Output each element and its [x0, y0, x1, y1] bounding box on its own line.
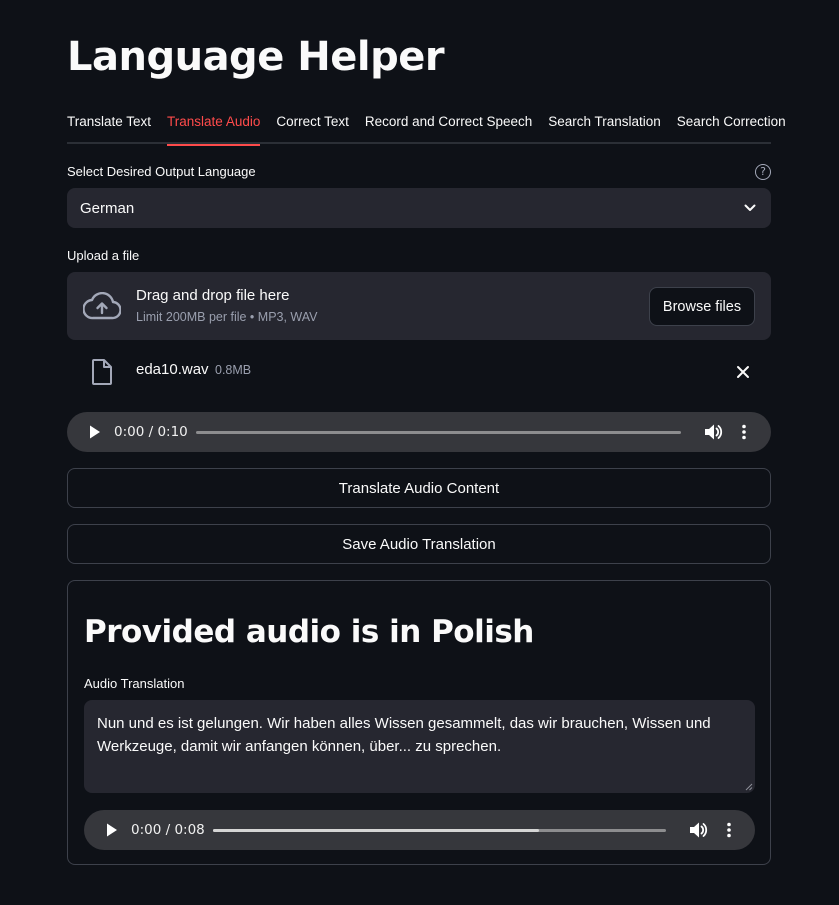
tab-record-correct-speech[interactable]: Record and Correct Speech	[365, 112, 532, 144]
play-icon[interactable]	[89, 425, 101, 439]
volume-icon[interactable]	[688, 821, 708, 839]
file-icon	[92, 359, 112, 385]
cloud-upload-icon	[83, 292, 121, 320]
save-audio-translation-button[interactable]: Save Audio Translation	[67, 524, 771, 564]
uploaded-file-name: eda10.wav	[136, 361, 209, 378]
uploaded-file-size: 0.8MB	[215, 363, 252, 377]
translate-audio-button[interactable]: Translate Audio Content	[67, 468, 771, 508]
detected-language-heading: Provided audio is in Polish	[84, 614, 534, 650]
uploaded-file-row: eda10.wav 0.8MB	[67, 356, 771, 388]
help-circle-icon[interactable]: ?	[755, 164, 771, 180]
close-icon[interactable]	[733, 362, 753, 382]
source-audio-player[interactable]: 0:00 / 0:10	[67, 412, 771, 452]
source-audio-time: 0:00 / 0:10	[114, 424, 188, 440]
volume-icon[interactable]	[703, 423, 723, 441]
translation-audio-progress[interactable]	[213, 829, 666, 832]
audio-translation-textarea[interactable]: Nun und es ist gelungen. Wir haben alles…	[84, 700, 755, 793]
translation-audio-buffered	[213, 829, 540, 832]
audio-translation-text: Nun und es ist gelungen. Wir haben alles…	[97, 715, 711, 755]
dropzone-text: Drag and drop file here	[136, 287, 290, 304]
tab-search-translation[interactable]: Search Translation	[548, 112, 661, 144]
tab-translate-text[interactable]: Translate Text	[67, 112, 151, 144]
result-container: Provided audio is in Polish Audio Transl…	[67, 580, 771, 865]
page-title: Language Helper	[67, 34, 445, 80]
more-vertical-icon[interactable]	[740, 424, 748, 440]
tab-translate-audio[interactable]: Translate Audio	[167, 112, 261, 146]
upload-label: Upload a file	[67, 248, 140, 263]
audio-translation-label: Audio Translation	[84, 676, 185, 691]
output-language-value: German	[80, 199, 135, 217]
tab-search-correction[interactable]: Search Correction	[677, 112, 786, 144]
translation-audio-player[interactable]: 0:00 / 0:08	[84, 810, 755, 850]
tab-correct-text[interactable]: Correct Text	[276, 112, 349, 144]
more-vertical-icon[interactable]	[725, 822, 733, 838]
file-dropzone[interactable]: Drag and drop file here Limit 200MB per …	[67, 272, 771, 340]
source-audio-progress[interactable]	[196, 431, 681, 434]
play-icon[interactable]	[106, 823, 118, 837]
browse-files-button[interactable]: Browse files	[649, 287, 755, 326]
resize-handle-icon[interactable]	[745, 783, 753, 791]
output-language-select[interactable]: German	[67, 188, 771, 228]
output-language-label: Select Desired Output Language	[67, 164, 256, 179]
translation-audio-time: 0:00 / 0:08	[131, 822, 205, 838]
chevron-down-icon	[744, 204, 756, 211]
tab-bar: Translate Text Translate Audio Correct T…	[67, 112, 786, 146]
dropzone-limit-text: Limit 200MB per file • MP3, WAV	[136, 310, 318, 324]
